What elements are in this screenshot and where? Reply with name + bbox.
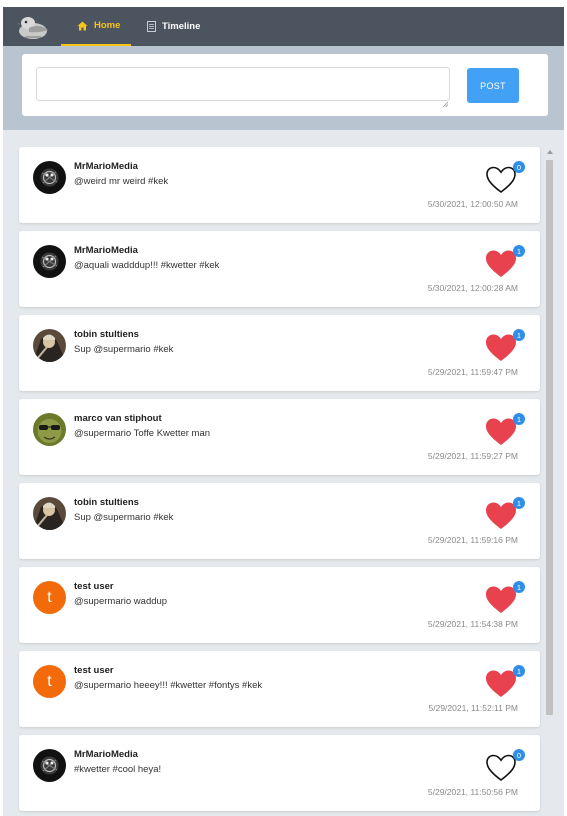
post-card: t test user @supermario waddup 1 5/29/2021, … xyxy=(19,567,540,643)
post-card: tobin stultiens Sup @supermario #kek 1 5/29… xyxy=(19,315,540,391)
post-message: #kwetter #cool heya! xyxy=(74,764,162,775)
avatar[interactable] xyxy=(33,749,66,782)
heart-outline-icon[interactable] xyxy=(485,753,517,783)
resize-grip-icon[interactable] xyxy=(442,94,449,108)
tab-home-label: Home xyxy=(94,20,121,31)
heart-filled-icon[interactable] xyxy=(485,669,517,699)
post-timestamp: 5/29/2021, 11:59:16 PM xyxy=(427,535,518,545)
post-timestamp: 5/29/2021, 11:59:27 PM xyxy=(427,451,518,461)
composer-area: POST xyxy=(3,46,564,130)
post-timestamp: 5/29/2021, 11:54:38 PM xyxy=(427,619,518,629)
post-message: @supermario waddup xyxy=(74,596,168,607)
post-card: tobin stultiens Sup @supermario #kek 1 5/29… xyxy=(19,483,540,559)
post-message: @supermario heeey!!! #kwetter #fontys #k… xyxy=(74,680,263,691)
avatar[interactable] xyxy=(33,413,66,446)
like-count-badge: 1 xyxy=(513,329,525,341)
post-username[interactable]: tobin stultiens xyxy=(74,329,139,340)
like-count-badge: 1 xyxy=(513,581,525,593)
post-message: @weird mr weird #kek xyxy=(74,176,169,187)
avatar[interactable]: t xyxy=(33,665,66,698)
tab-timeline[interactable]: Timeline xyxy=(147,7,200,46)
like-count-badge: 1 xyxy=(513,245,525,257)
app-frame: Home Timeline POST MrMarioMedia @weird m… xyxy=(3,7,564,816)
post-message: @aquali wadddup!!! #kwetter #kek xyxy=(74,260,220,271)
post-message: @supermario Toffe Kwetter man xyxy=(74,428,211,439)
post-textarea[interactable] xyxy=(36,67,450,101)
scroll-up-icon[interactable] xyxy=(547,150,553,154)
post-username[interactable]: tobin stultiens xyxy=(74,497,139,508)
post-timestamp: 5/30/2021, 12:00:50 AM xyxy=(427,199,518,209)
feed: MrMarioMedia @weird mr weird #kek 0 5/30/20… xyxy=(3,130,564,816)
composer-card: POST xyxy=(22,54,548,116)
like-count-badge: 1 xyxy=(513,413,525,425)
post-username[interactable]: test user xyxy=(74,665,114,676)
post-card: MrMarioMedia @aquali wadddup!!! #kwetter … xyxy=(19,231,540,307)
post-card: MrMarioMedia @weird mr weird #kek 0 5/30/20… xyxy=(19,147,540,223)
post-username[interactable]: MrMarioMedia xyxy=(74,749,138,760)
pigeon-logo-icon[interactable] xyxy=(15,11,49,42)
post-message: Sup @supermario #kek xyxy=(74,512,174,523)
home-icon xyxy=(77,21,88,31)
heart-filled-icon[interactable] xyxy=(485,501,517,531)
like-count-badge: 0 xyxy=(513,749,525,761)
like-count-badge: 0 xyxy=(513,161,525,173)
post-timestamp: 5/29/2021, 11:52:11 PM xyxy=(428,703,518,713)
tab-timeline-label: Timeline xyxy=(162,21,201,32)
post-username[interactable]: MrMarioMedia xyxy=(74,245,138,256)
heart-filled-icon[interactable] xyxy=(485,333,517,363)
post-button[interactable]: POST xyxy=(467,68,519,103)
avatar[interactable] xyxy=(33,497,66,530)
navbar: Home Timeline xyxy=(3,7,564,46)
post-card: t test user @supermario heeey!!! #kwetter … xyxy=(19,651,540,727)
scrollbar[interactable] xyxy=(544,147,555,816)
post-message: Sup @supermario #kek xyxy=(74,344,174,355)
scroll-thumb[interactable] xyxy=(546,160,553,715)
document-icon xyxy=(147,21,156,32)
like-count-badge: 1 xyxy=(513,665,525,677)
post-card: MrMarioMedia #kwetter #cool heya! 0 5/29/20… xyxy=(19,735,540,811)
post-card: marco van stiphout @supermario Toffe Kwet… xyxy=(19,399,540,475)
avatar[interactable] xyxy=(33,245,66,278)
heart-filled-icon[interactable] xyxy=(485,585,517,615)
post-timestamp: 5/30/2021, 12:00:28 AM xyxy=(427,283,518,293)
heart-outline-icon[interactable] xyxy=(485,165,517,195)
avatar[interactable]: t xyxy=(33,581,66,614)
post-username[interactable]: marco van stiphout xyxy=(74,413,162,424)
like-count-badge: 1 xyxy=(513,497,525,509)
tab-home[interactable]: Home xyxy=(61,7,131,46)
heart-filled-icon[interactable] xyxy=(485,249,517,279)
post-username[interactable]: test user xyxy=(74,581,114,592)
heart-filled-icon[interactable] xyxy=(485,417,517,447)
post-username[interactable]: MrMarioMedia xyxy=(74,161,138,172)
post-timestamp: 5/29/2021, 11:50:56 PM xyxy=(427,787,518,797)
avatar[interactable] xyxy=(33,161,66,194)
post-timestamp: 5/29/2021, 11:59:47 PM xyxy=(427,367,518,377)
avatar[interactable] xyxy=(33,329,66,362)
